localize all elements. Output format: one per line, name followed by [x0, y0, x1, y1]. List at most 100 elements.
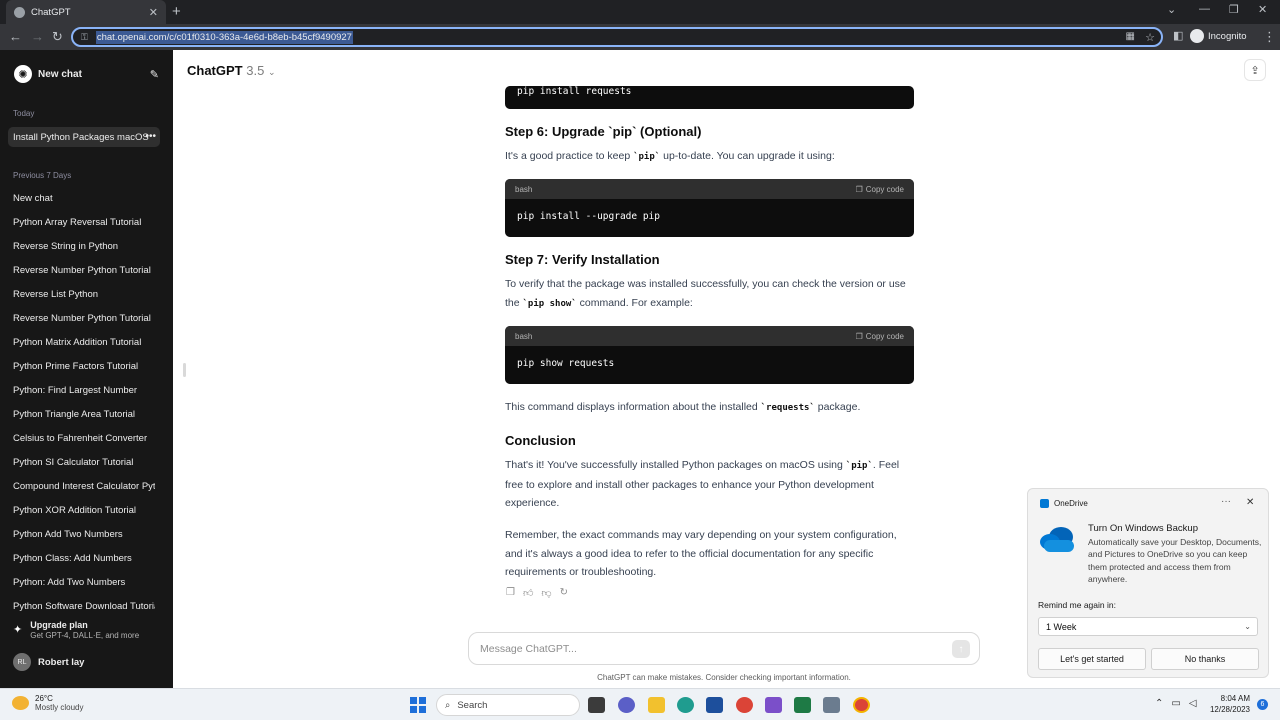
after-code-text: This command displays information about …: [505, 398, 915, 418]
sidebar-history-item[interactable]: Python Add Two Numbers: [13, 529, 155, 540]
chevron-up-icon[interactable]: ⌃: [1155, 698, 1163, 709]
reload-icon[interactable]: ↻: [52, 29, 63, 45]
close-tab-icon[interactable]: ✕: [149, 6, 158, 19]
message-input[interactable]: Message ChatGPT... ↑: [468, 632, 980, 665]
notification-badge[interactable]: 6: [1257, 699, 1268, 710]
back-icon[interactable]: ←: [9, 29, 22, 44]
copy-label: Copy code: [865, 331, 904, 341]
openai-logo-icon: ✺: [14, 65, 32, 83]
close-window-icon[interactable]: ✕: [1258, 3, 1267, 16]
clock[interactable]: 8:04 AM 12/28/2023: [1208, 693, 1250, 715]
copy-code-button[interactable]: ❐ Copy code: [856, 185, 904, 194]
sidebar-history-item[interactable]: Python Prime Factors Tutorial: [13, 361, 155, 372]
step7-heading: Step 7: Verify Installation: [505, 252, 660, 267]
task-view-icon[interactable]: [588, 697, 605, 713]
browser-tab[interactable]: ChatGPT ✕: [6, 0, 166, 24]
address-bar[interactable]: ⚿ chat.openai.com/c/c01f0310-363a-4e6d-b…: [71, 27, 1163, 47]
sidebar-history-item[interactable]: Python: Add Two Numbers: [13, 577, 155, 588]
more-options-icon[interactable]: ···: [1221, 496, 1231, 507]
code-block-upgrade: bash ❐ Copy code pip install --upgrade pi…: [505, 179, 914, 237]
lets-get-started-button[interactable]: Let's get started: [1038, 648, 1146, 670]
thumbs-up-icon[interactable]: 👍︎: [523, 587, 533, 599]
sidebar-item-active[interactable]: Install Python Packages macOS •••: [8, 127, 160, 147]
app-icon[interactable]: [823, 697, 840, 713]
share-button[interactable]: ⇪: [1244, 59, 1266, 81]
incognito-indicator[interactable]: Incognito: [1190, 29, 1247, 43]
network-icon[interactable]: ▭: [1171, 698, 1180, 709]
compose-icon[interactable]: ✎: [150, 68, 159, 81]
sidebar-history-item[interactable]: Python Triangle Area Tutorial: [13, 409, 155, 420]
user-menu[interactable]: RL Robert lay: [13, 653, 84, 671]
upgrade-plan-button[interactable]: ✦ Upgrade plan Get GPT-4, DALL·E, and mo…: [13, 620, 139, 640]
chrome-active-icon[interactable]: [853, 697, 870, 713]
sidebar-history-item[interactable]: Compound Interest Calculator Python: [13, 481, 155, 492]
weather-widget[interactable]: 26°C Mostly cloudy: [12, 694, 83, 712]
text-span: That's it! You've successfully installed…: [505, 459, 846, 471]
sidebar-collapse-handle[interactable]: [183, 363, 186, 377]
url-text[interactable]: chat.openai.com/c/c01f0310-363a-4e6d-b8e…: [95, 30, 353, 44]
app-icon[interactable]: [765, 697, 782, 713]
close-icon[interactable]: ✕: [1246, 497, 1254, 508]
sidebar-history-item[interactable]: Python Matrix Addition Tutorial: [13, 337, 155, 348]
sidebar-history-item[interactable]: Celsius to Fahrenheit Converter: [13, 433, 155, 444]
remind-label: Remind me again in:: [1038, 600, 1116, 610]
send-button[interactable]: ↑: [952, 640, 970, 658]
thumbs-down-icon[interactable]: 👎︎: [541, 587, 551, 599]
minimize-icon[interactable]: —: [1199, 3, 1210, 15]
search-icon: ⌕: [445, 699, 451, 711]
clipboard-icon: ❐: [855, 331, 863, 341]
time: 8:04 AM: [1220, 694, 1250, 703]
side-panel-icon[interactable]: ◧: [1173, 29, 1183, 42]
forward-icon[interactable]: →: [31, 29, 44, 44]
remind-select[interactable]: 1 Week ⌄: [1038, 617, 1258, 636]
new-chat-label: New chat: [38, 68, 82, 80]
bookmark-star-icon[interactable]: ☆: [1145, 31, 1155, 44]
sidebar-history-item[interactable]: Reverse Number Python Tutorial: [13, 265, 155, 276]
copy-code-button[interactable]: ❐ Copy code: [856, 332, 904, 341]
sidebar-history-item[interactable]: Python: Find Largest Number: [13, 385, 155, 396]
volume-icon[interactable]: ◁: [1189, 698, 1197, 709]
browser-menu-icon[interactable]: ⋮: [1263, 29, 1276, 45]
sidebar-history-item[interactable]: New chat: [13, 193, 155, 204]
onedrive-app-icon: [1040, 499, 1049, 508]
site-info-icon[interactable]: ⚿: [81, 32, 88, 43]
upgrade-subtitle: Get GPT-4, DALL·E, and more: [30, 631, 140, 640]
tab-title: ChatGPT: [31, 6, 71, 18]
section-today: Today: [13, 109, 35, 118]
store-icon[interactable]: [706, 697, 723, 713]
file-explorer-icon[interactable]: [648, 697, 665, 713]
step7-text: To verify that the package was installed…: [505, 275, 915, 313]
inline-code: `pip`: [633, 152, 661, 162]
more-options-icon[interactable]: •••: [145, 131, 156, 142]
section-previous-7-days: Previous 7 Days: [13, 171, 72, 180]
qr-code-icon[interactable]: ▦: [1126, 31, 1135, 42]
sidebar-history-item[interactable]: Python Array Reversal Tutorial: [13, 217, 155, 228]
text-span: package.: [814, 401, 861, 413]
copy-icon[interactable]: ❐: [506, 587, 515, 599]
excel-icon[interactable]: [794, 697, 811, 713]
chat-app-icon[interactable]: [618, 697, 635, 713]
text-span: up-to-date. You can upgrade it using:: [660, 150, 835, 162]
edge-icon[interactable]: [677, 697, 694, 713]
chrome-icon[interactable]: [736, 697, 753, 713]
notification-app-name: OneDrive: [1054, 499, 1088, 508]
sidebar-history-item[interactable]: Python SI Calculator Tutorial: [13, 457, 155, 468]
sidebar-history-item[interactable]: Reverse Number Python Tutorial: [13, 313, 155, 324]
taskbar-search[interactable]: ⌕ Search: [436, 694, 580, 716]
tab-search-icon[interactable]: ⌄: [1167, 3, 1176, 16]
new-tab-button[interactable]: +: [172, 3, 181, 20]
sidebar-history-item[interactable]: Reverse List Python: [13, 289, 155, 300]
start-button[interactable]: [410, 697, 426, 713]
no-thanks-button[interactable]: No thanks: [1151, 648, 1259, 670]
code-text: pip show requests: [517, 358, 615, 369]
sidebar-history-item[interactable]: Python XOR Addition Tutorial: [13, 505, 155, 516]
maximize-icon[interactable]: ❐: [1229, 3, 1239, 16]
sidebar-history-item[interactable]: Python Software Download Tutorial: [13, 601, 155, 612]
sidebar-history-item[interactable]: Python Class: Add Numbers: [13, 553, 155, 564]
code-language: bash: [515, 184, 533, 194]
search-label: Search: [457, 699, 488, 711]
model-selector[interactable]: ChatGPT 3.5 ⌄: [187, 63, 276, 78]
new-chat-button[interactable]: ✺ New chat ✎: [8, 63, 159, 85]
sidebar-history-item[interactable]: Reverse String in Python: [13, 241, 155, 252]
regenerate-icon[interactable]: ↻: [560, 587, 568, 599]
